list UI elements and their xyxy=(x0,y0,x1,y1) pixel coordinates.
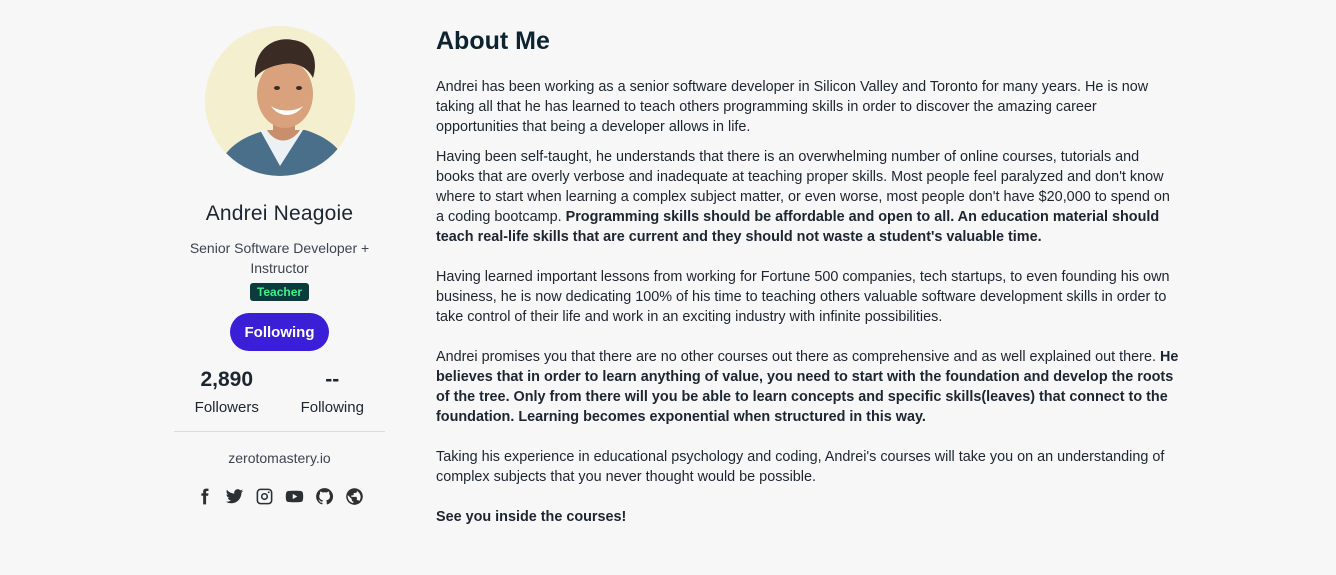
about-paragraph-4-text: Andrei promises you that there are no ot… xyxy=(436,349,1160,365)
profile-headline: Senior Software Developer + Instructor xyxy=(189,240,370,276)
profile-stats: 2,890 Followers -- Following xyxy=(174,368,385,416)
about-paragraph-1: Andrei has been working as a senior soft… xyxy=(436,79,1149,135)
about-section: About Me Andrei has been working as a se… xyxy=(436,26,1181,527)
avatar xyxy=(204,26,355,176)
following-label: Following xyxy=(300,399,364,416)
twitter-icon[interactable] xyxy=(225,486,245,506)
social-links xyxy=(195,486,365,506)
github-icon[interactable] xyxy=(315,486,335,506)
profile-name: Andrei Neagoie xyxy=(205,202,354,225)
youtube-icon[interactable] xyxy=(285,486,305,506)
following-count: -- xyxy=(325,368,340,391)
teacher-badge: Teacher xyxy=(249,283,310,301)
about-closing: See you inside the courses! xyxy=(436,509,627,525)
globe-icon[interactable] xyxy=(345,486,365,506)
about-title: About Me xyxy=(436,27,550,55)
profile-sidebar: Andrei Neagoie Senior Software Developer… xyxy=(174,0,385,506)
about-paragraph-4: Andrei promises you that there are no ot… xyxy=(436,347,1181,427)
following-stat: -- Following xyxy=(280,368,386,416)
followers-label: Followers xyxy=(194,399,259,416)
about-paragraph-2: Having been self-taught, he understands … xyxy=(436,147,1181,247)
following-button[interactable]: Following xyxy=(230,313,329,351)
avatar-photo xyxy=(204,26,355,176)
about-paragraph-3: Having learned important lessons from wo… xyxy=(436,269,1170,325)
instagram-icon[interactable] xyxy=(255,486,275,506)
facebook-icon[interactable] xyxy=(195,486,215,506)
followers-count: 2,890 xyxy=(200,368,254,391)
about-paragraph-5: Taking his experience in educational psy… xyxy=(436,449,1165,485)
followers-stat: 2,890 Followers xyxy=(174,368,280,416)
website-link[interactable]: zerotomastery.io xyxy=(228,450,330,466)
sidebar-divider xyxy=(174,431,385,432)
